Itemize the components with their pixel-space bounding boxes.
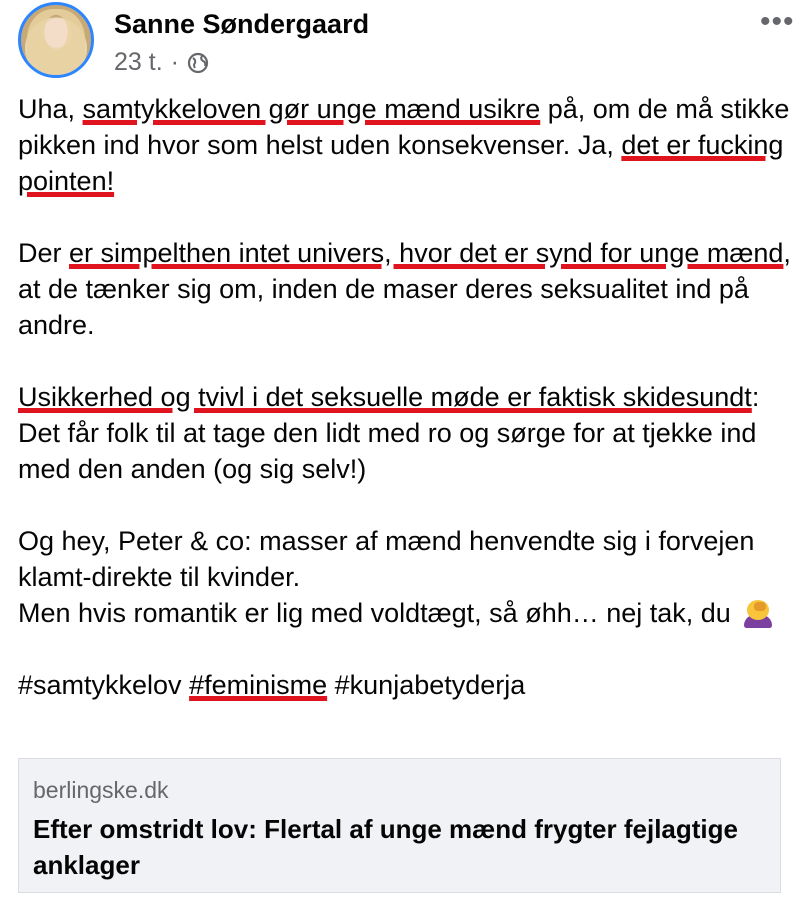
more-options-button[interactable]: ••• xyxy=(760,7,795,37)
post-meta: 23 t. · xyxy=(114,48,209,77)
link-preview-card[interactable]: berlingske.dk Efter omstridt lov: Flerta… xyxy=(18,758,781,893)
text-span: Og hey, Peter & co: masser af mænd henve… xyxy=(18,526,755,592)
post-time[interactable]: 23 t. xyxy=(114,48,163,77)
post-body: Uha, samtykkeloven gør unge mænd usikre … xyxy=(18,91,798,703)
paragraph-4: Og hey, Peter & co: masser af mænd henve… xyxy=(18,523,798,631)
author-avatar[interactable] xyxy=(18,2,94,78)
text-span: Uha, xyxy=(18,94,83,124)
paragraph-2: Der er simpelthen intet univers, hvor de… xyxy=(18,235,798,343)
link-domain: berlingske.dk xyxy=(33,777,169,803)
globe-icon[interactable] xyxy=(187,52,209,74)
text-span: Men hvis romantik er lig med voldtægt, s… xyxy=(18,598,731,628)
paragraph-3: Usikkerhed og tvivl i det seksuelle møde… xyxy=(18,379,798,487)
hashtag-feminisme[interactable]: #feminisme xyxy=(189,670,327,700)
hashtag-kunjabetyderja[interactable]: #kunjabetyderja xyxy=(335,670,526,700)
underlined-text: samtykkeloven gør unge mænd usikre xyxy=(82,94,541,124)
underlined-text: er simpelthen intet univers, hvor det er… xyxy=(69,238,784,268)
link-title[interactable]: Efter omstridt lov: Flertal af unge mænd… xyxy=(33,811,753,883)
underlined-text: Usikkerhed og tvivl i det seksuelle møde… xyxy=(18,382,752,412)
hashtags: #samtykkelov #feminisme #kunjabetyderja xyxy=(18,667,798,703)
text-span: Der xyxy=(18,238,70,268)
paragraph-1: Uha, samtykkeloven gør unge mænd usikre … xyxy=(18,91,798,199)
hashtag-samtykkelov[interactable]: #samtykkelov xyxy=(18,670,182,700)
meta-separator: · xyxy=(170,48,179,76)
author-name[interactable]: Sanne Søndergaard xyxy=(114,9,369,40)
facepalm-emoji-icon xyxy=(742,598,774,628)
